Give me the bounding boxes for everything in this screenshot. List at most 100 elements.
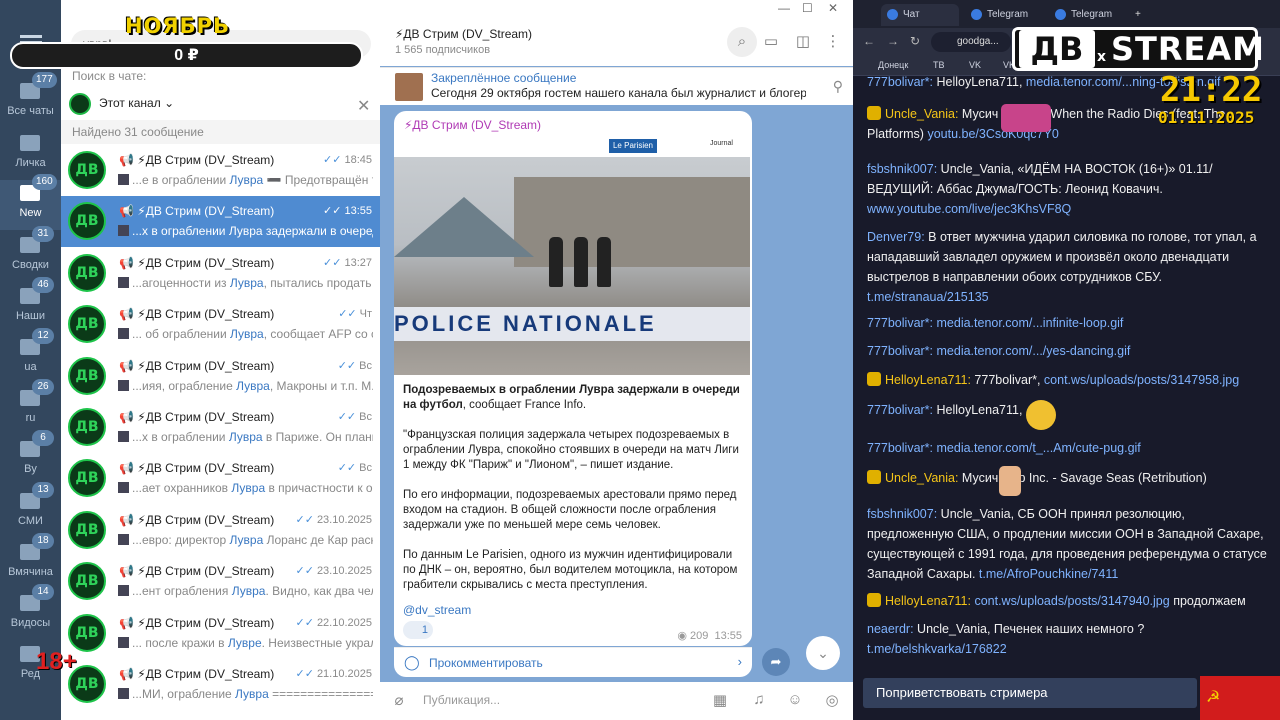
forward-nav-icon[interactable]: → <box>887 34 899 48</box>
search-result-row[interactable]: ДВ 📢 ⚡ДВ Стрим (DV_Stream) ✓✓ 13:55 ...х в о… <box>61 196 380 248</box>
folder-videos[interactable]: 14 Видосы <box>0 584 61 640</box>
bell-icon[interactable]: ♫ <box>750 691 768 709</box>
chat-link[interactable]: media.tenor.com/t_...Am/cute-pug.gif <box>937 441 1141 455</box>
menu-icon[interactable] <box>20 35 42 38</box>
search-highlight: Лувра <box>235 687 269 701</box>
chat-username[interactable]: 777bolivar*: <box>867 403 933 417</box>
search-result-row[interactable]: ДВ 📢 ⚡ДВ Стрим (DV_Stream) ✓✓ Вс ...х в огра… <box>61 402 380 453</box>
chat-link[interactable]: www.youtube.com/live/jec3KhsVF8Q <box>867 202 1071 216</box>
chat-username[interactable]: 777bolivar*: <box>867 316 933 330</box>
result-preview: ... после кражи в Лувре. Неизвестные укр… <box>118 636 373 650</box>
emoji-icon[interactable]: ☺ <box>786 691 804 709</box>
camera-icon[interactable]: ◎ <box>823 691 841 709</box>
globe-icon <box>971 9 982 20</box>
search-icon[interactable]: ⌕ <box>727 27 757 57</box>
folder-by[interactable]: 6 By <box>0 430 61 486</box>
url-field[interactable]: goodga... <box>931 32 1011 52</box>
tab-chat[interactable]: Чат <box>881 4 959 26</box>
close-icon[interactable]: ✕ <box>357 96 370 116</box>
post-photo[interactable]: Le Parisien Journal POLICE NATIONALE <box>394 139 750 375</box>
close-window-icon[interactable]: ✕ <box>828 1 838 15</box>
new-tab-button[interactable]: + <box>1135 4 1151 26</box>
folder-svodki[interactable]: 31 Сводки <box>0 226 61 282</box>
greet-streamer-button[interactable]: Поприветствовать стримера <box>863 678 1197 708</box>
search-result-row[interactable]: ДВ 📢 ⚡ДВ Стрим (DV_Stream) ✓✓ 22.10.2025...… <box>61 608 380 659</box>
reaction-chip[interactable]: 1 <box>403 621 433 639</box>
rock-hand-emoji-icon <box>999 466 1021 496</box>
search-result-row[interactable]: ДВ 📢 ⚡ДВ Стрим (DV_Stream) ✓✓ 21.10.2025...… <box>61 659 380 710</box>
chat-username[interactable]: neaerdr: <box>867 622 914 636</box>
forward-icon[interactable]: ➦ <box>762 648 790 676</box>
minimize-icon[interactable]: — <box>778 1 790 15</box>
chat-username[interactable]: Uncle_Vania: <box>885 107 958 121</box>
message-input[interactable]: Публикация... <box>423 693 500 707</box>
chat-username[interactable]: HelloyLena711: <box>885 373 971 387</box>
sidebar-toggle-icon[interactable]: ◫ <box>794 32 812 50</box>
attach-icon[interactable]: ⌀ <box>390 691 408 709</box>
chat-link[interactable]: t.me/stranaua/215135 <box>867 290 989 304</box>
preview-text: в причастности к ог... <box>268 481 373 496</box>
back-icon[interactable]: ← <box>863 34 875 48</box>
chat-link[interactable]: media.tenor.com/.../yes-dancing.gif <box>937 344 1131 358</box>
search-scope-selector[interactable]: Этот канал ⌄ <box>69 93 369 115</box>
more-menu-icon[interactable]: ⋮ <box>824 32 842 50</box>
comment-button[interactable]: ◯ Прокомментировать › <box>394 647 752 677</box>
post-paragraph: "Французская полиция задержала четырех п… <box>403 429 739 471</box>
double-check-icon: ✓✓ <box>323 205 342 218</box>
result-time: ✓✓ Чт <box>338 307 372 320</box>
chat-link[interactable]: media.tenor.com/...infinite-loop.gif <box>937 316 1124 330</box>
scroll-down-icon[interactable]: ⌄ <box>806 636 840 670</box>
result-channel-name: 📢 ⚡ДВ Стрим (DV_Stream) <box>119 512 275 527</box>
search-result-row[interactable]: ДВ 📢 ⚡ДВ Стрим (DV_Stream) ✓✓ Чт ... об огра… <box>61 299 380 350</box>
folder-ru[interactable]: 26 ru <box>0 379 61 435</box>
bookmark[interactable]: VK <box>969 60 981 70</box>
chat-link[interactable]: t.me/belshkvarka/176822 <box>867 642 1007 656</box>
folder-personal[interactable]: Личка <box>0 130 61 180</box>
pin-icon[interactable]: ⚲ <box>833 78 843 95</box>
folder-all-chats[interactable]: 177 Все чаты <box>0 72 61 128</box>
channel-tag-link[interactable]: @dv_stream <box>403 603 471 617</box>
pinned-message-bar[interactable]: Закреплённое сообщение Сегодня 29 октябр… <box>380 67 853 105</box>
folder-smi[interactable]: 13 СМИ <box>0 482 61 538</box>
chat-username[interactable]: 777bolivar*: <box>867 75 933 89</box>
chat-username[interactable]: fsbshnik007: <box>867 162 937 176</box>
chat-link[interactable]: cont.ws/uploads/posts/3147958.jpg <box>1044 373 1239 387</box>
preview-text: Лоранс де Кар раск... <box>266 532 373 547</box>
folder-vmyachina[interactable]: 18 Вмячина <box>0 533 61 589</box>
search-result-row[interactable]: ДВ 📢 ⚡ДВ Стрим (DV_Stream) ✓✓ 18:45 ...е в о… <box>61 145 380 196</box>
chat-username[interactable]: fsbshnik007: <box>867 507 937 521</box>
chat-header[interactable]: ⚡ДВ Стрим (DV_Stream) 1 565 подписчиков … <box>380 18 853 66</box>
search-result-row[interactable]: ДВ 📢 ⚡ДВ Стрим (DV_Stream) ✓✓ Вс ...ает охра… <box>61 453 380 504</box>
maximize-icon[interactable]: ☐ <box>802 1 813 15</box>
result-time-value: 13:27 <box>344 256 372 269</box>
tab-telegram[interactable]: Telegram <box>965 4 1045 26</box>
search-result-row[interactable]: ДВ 📢 ⚡ДВ Стрим (DV_Stream) ✓✓ 23.10.2025...… <box>61 556 380 607</box>
reload-icon[interactable]: ↻ <box>910 34 920 48</box>
schedule-icon[interactable]: ▦ <box>711 691 729 709</box>
folder-ua[interactable]: 12 ua <box>0 328 61 384</box>
result-preview: ...е в ограблении Лувра ➖ Предотвращён т… <box>118 173 373 187</box>
double-check-icon: ✓✓ <box>295 616 314 629</box>
bookmark[interactable]: Донецк <box>878 60 908 70</box>
bookmark[interactable]: ТВ <box>933 60 945 70</box>
chat-link[interactable]: t.me/AfroPouchkine/7411 <box>979 567 1118 581</box>
chat-message: Uncle_Vania: Мусич Grip Inc. - Savage Se… <box>867 468 1267 488</box>
chat-username[interactable]: Denver79: <box>867 230 925 244</box>
search-result-row[interactable]: ДВ 📢 ⚡ДВ Стрим (DV_Stream) ✓✓ 23.10.2025...… <box>61 505 380 556</box>
subscriber-count: 1 565 подписчиков <box>395 44 491 56</box>
chat-link[interactable]: cont.ws/uploads/posts/3147940.jpg <box>974 594 1169 608</box>
tab-telegram[interactable]: Telegram <box>1049 4 1129 26</box>
folder-sidebar: 177 Все чаты Личка 160 New 31 Сводки 46 Наши… <box>0 0 61 720</box>
chat-username[interactable]: 777bolivar*: <box>867 344 933 358</box>
chat-username[interactable]: 777bolivar*: <box>867 441 933 455</box>
result-preview: ...ияя, ограбление Лувра, Макроны и т.п.… <box>118 379 373 393</box>
folder-nashi[interactable]: 46 Наши <box>0 277 61 333</box>
folder-new[interactable]: 160 New <box>0 174 61 230</box>
result-channel-name: 📢 ⚡ДВ Стрим (DV_Stream) <box>119 358 275 373</box>
live-stream-icon[interactable]: ▭ <box>762 32 780 50</box>
search-result-row[interactable]: ДВ 📢 ⚡ДВ Стрим (DV_Stream) ✓✓ Вс ...ияя, огр… <box>61 351 380 402</box>
chat-username[interactable]: Uncle_Vania: <box>885 471 958 485</box>
chat-username[interactable]: HelloyLena711: <box>885 594 971 608</box>
post-headline-tail: , сообщает France Info. <box>462 399 587 411</box>
search-result-row[interactable]: ДВ 📢 ⚡ДВ Стрим (DV_Stream) ✓✓ 13:27 ...агоце… <box>61 248 380 299</box>
